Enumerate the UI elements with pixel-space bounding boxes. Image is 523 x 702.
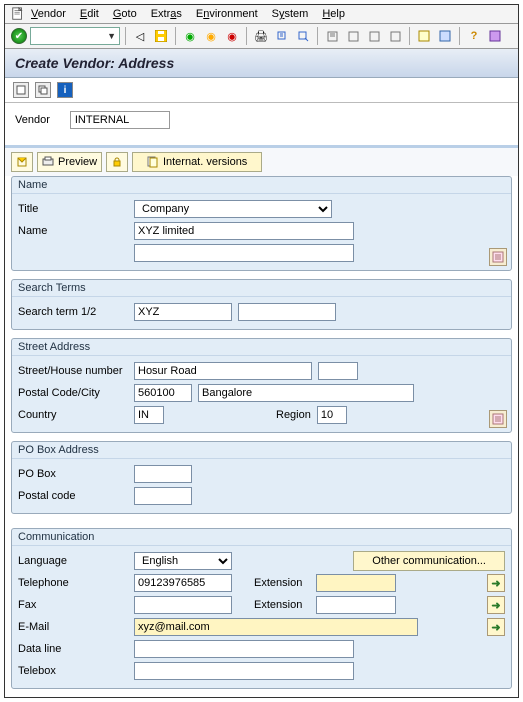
vendor-row: Vendor — [5, 103, 518, 145]
telebox-field[interactable] — [134, 662, 354, 680]
menu-bar: Vendor Edit Goto Extras Environment Syst… — [5, 5, 518, 24]
print-icon[interactable]: 🖨 — [252, 27, 270, 45]
app-toolbar: i — [5, 78, 518, 103]
extension1-label: Extension — [254, 577, 310, 589]
find-next-icon[interactable] — [294, 27, 312, 45]
menu-help[interactable]: Help — [322, 8, 345, 20]
postal-city-label: Postal Code/City — [18, 387, 128, 399]
first-page-icon[interactable] — [323, 27, 341, 45]
street-label: Street/House number — [18, 365, 128, 377]
street-field[interactable] — [134, 362, 312, 380]
extension2-field[interactable] — [316, 596, 396, 614]
search-term2-field[interactable] — [238, 303, 336, 321]
info-icon[interactable]: i — [57, 82, 73, 98]
lock-icon[interactable] — [106, 152, 128, 172]
extension1-field[interactable] — [316, 574, 396, 592]
vendor-label: Vendor — [15, 114, 50, 126]
name-field[interactable] — [134, 222, 354, 240]
name-field-2[interactable] — [134, 244, 354, 262]
fax-field[interactable] — [134, 596, 232, 614]
fax-more-icon[interactable]: ➜ — [487, 596, 505, 614]
section-name-title: Name — [12, 177, 511, 194]
expand-icon[interactable] — [11, 152, 33, 172]
dataline-label: Data line — [18, 643, 128, 655]
country-field[interactable] — [134, 406, 164, 424]
tel-more-icon[interactable]: ➜ — [487, 574, 505, 592]
language-label: Language — [18, 555, 128, 567]
prev-page-icon[interactable] — [344, 27, 362, 45]
section-communication: Communication Language English Other com… — [11, 528, 512, 689]
save-icon[interactable] — [152, 27, 170, 45]
email-label: E-Mail — [18, 621, 128, 633]
pobox-label: PO Box — [18, 468, 128, 480]
section-comm-title: Communication — [12, 529, 511, 546]
document-stack-icon — [147, 156, 159, 168]
pobox-postal-label: Postal code — [18, 490, 128, 502]
region-field[interactable] — [317, 406, 347, 424]
language-select[interactable]: English — [134, 552, 232, 570]
extension2-label: Extension — [254, 599, 310, 611]
command-field[interactable]: ▼ — [30, 27, 120, 45]
menu-goto[interactable]: Goto — [113, 8, 137, 20]
shortcut-icon[interactable] — [436, 27, 454, 45]
more-lines-icon[interactable] — [489, 248, 507, 266]
preview-button[interactable]: Preview — [37, 152, 102, 172]
menu-environment[interactable]: Environment — [196, 8, 258, 20]
nav-cancel-icon[interactable]: ◉ — [223, 27, 241, 45]
internat-label: Internat. versions — [163, 156, 247, 168]
search-term-label: Search term 1/2 — [18, 306, 128, 318]
house-number-field[interactable] — [318, 362, 358, 380]
country-label: Country — [18, 409, 128, 421]
menu-vendor[interactable]: Vendor — [31, 8, 66, 20]
dropdown-arrow-icon: ▼ — [104, 31, 119, 41]
section-pobox-title: PO Box Address — [12, 442, 511, 459]
internat-versions-button[interactable]: Internat. versions — [132, 152, 262, 172]
telephone-field[interactable] — [134, 574, 232, 592]
help-icon[interactable]: ? — [465, 27, 483, 45]
section-street-title: Street Address — [12, 339, 511, 356]
section-pobox: PO Box Address PO Box Postal code — [11, 441, 512, 514]
more-fields-icon[interactable] — [489, 410, 507, 428]
find-icon[interactable] — [273, 27, 291, 45]
title-select[interactable]: Company — [134, 200, 332, 218]
postal-code-field[interactable] — [134, 384, 192, 402]
ok-icon[interactable]: ✔ — [11, 28, 27, 44]
title-label: Title — [18, 203, 128, 215]
menu-system[interactable]: System — [272, 8, 309, 20]
next-page-icon[interactable] — [365, 27, 383, 45]
standard-toolbar: ✔ ▼ ◁ ◉ ◉ ◉ 🖨 ? — [5, 24, 518, 49]
preview-label: Preview — [58, 156, 97, 168]
telephone-label: Telephone — [18, 577, 128, 589]
section-name: Name Title Company Name — [11, 176, 512, 271]
nav-back-icon[interactable]: ◉ — [181, 27, 199, 45]
print-preview-icon — [42, 156, 54, 168]
new-session-icon[interactable] — [415, 27, 433, 45]
nav-exit-icon[interactable]: ◉ — [202, 27, 220, 45]
section-search: Search Terms Search term 1/2 — [11, 279, 512, 330]
copy-icon[interactable] — [35, 82, 51, 98]
pobox-field[interactable] — [134, 465, 192, 483]
last-page-icon[interactable] — [386, 27, 404, 45]
vendor-field[interactable] — [70, 111, 170, 129]
section-search-title: Search Terms — [12, 280, 511, 297]
layout-icon[interactable] — [486, 27, 504, 45]
document-icon — [11, 7, 25, 21]
dataline-field[interactable] — [134, 640, 354, 658]
back-button[interactable]: ◁ — [131, 27, 149, 45]
page-title-band: Create Vendor: Address — [5, 49, 518, 78]
menu-extras[interactable]: Extras — [151, 8, 182, 20]
name-label: Name — [18, 225, 128, 237]
other-screen-icon[interactable] — [13, 82, 29, 98]
menu-edit[interactable]: Edit — [80, 8, 99, 20]
fax-label: Fax — [18, 599, 128, 611]
region-label: Region — [276, 409, 311, 421]
telebox-label: Telebox — [18, 665, 128, 677]
search-term1-field[interactable] — [134, 303, 232, 321]
pobox-postal-field[interactable] — [134, 487, 192, 505]
action-bar: Preview Internat. versions — [5, 145, 518, 176]
page-title: Create Vendor: Address — [15, 55, 508, 71]
other-communication-button[interactable]: Other communication... — [353, 551, 505, 571]
city-field[interactable] — [198, 384, 414, 402]
section-street: Street Address Street/House number Posta… — [11, 338, 512, 433]
